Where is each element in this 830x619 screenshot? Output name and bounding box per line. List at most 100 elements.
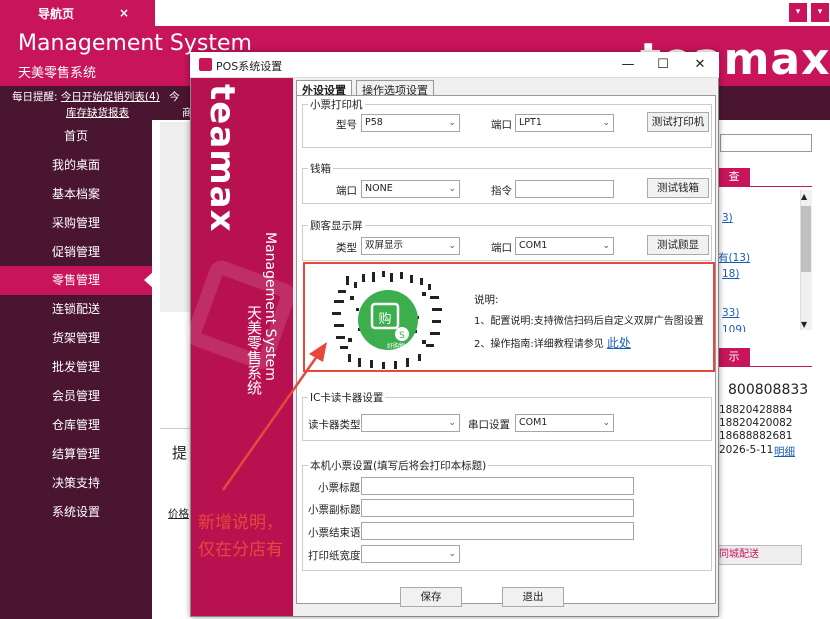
right-search-input[interactable]	[720, 134, 812, 152]
notes-heading: 说明:	[474, 294, 499, 306]
cashbox-cmd-label: 指令	[491, 185, 512, 197]
dialog-title: POS系统设置	[216, 60, 283, 73]
phone-2: 18820420082	[719, 417, 793, 429]
test-display-button[interactable]: 测试顾显	[647, 235, 709, 255]
cashbox-cmd-input[interactable]	[515, 180, 614, 198]
dialog-minimize-button[interactable]: —	[612, 54, 644, 76]
stockout-report-link[interactable]: 库存缺货报表	[66, 105, 129, 120]
sidebar-item-distribution[interactable]: 连锁配送	[0, 295, 152, 324]
printer-model-value: P58	[365, 117, 383, 128]
sidebar-item-member[interactable]: 会员管理	[0, 382, 152, 411]
receipt-title-input[interactable]	[361, 477, 634, 495]
tab-operation-options[interactable]: 操作选项设置	[356, 80, 434, 97]
right-box1-line	[718, 186, 812, 187]
right-box2-header: 示	[718, 348, 750, 366]
app-subtitle: 天美零售系统	[18, 66, 97, 81]
right-scrollbar-thumb[interactable]	[801, 206, 811, 272]
tab-label: 导航页	[38, 6, 75, 21]
content-panel	[160, 122, 190, 312]
sidebar-item-purchase[interactable]: 采购管理	[0, 209, 152, 238]
notes-line-1: 1、配置说明:支持微信扫码后自定义双屏广告图设置	[474, 316, 704, 327]
dialog-close-button[interactable]: ✕	[684, 54, 716, 76]
display-type-value: 双屏显示	[365, 240, 404, 251]
same-city-delivery-button[interactable]: 同城配送	[716, 545, 802, 565]
test-printer-button[interactable]: 测试打印机	[647, 112, 709, 132]
save-button[interactable]: 保存	[400, 587, 462, 607]
card-reader-port-label: 串口设置	[468, 419, 510, 431]
content-divider	[160, 428, 190, 429]
test-cashbox-button[interactable]: 测试钱箱	[647, 178, 709, 198]
exit-button[interactable]: 退出	[502, 587, 564, 607]
phone-1: 18820428884	[719, 404, 793, 416]
receipt-group-label: 本机小票设置(填写后将会打印本标题)	[308, 458, 489, 473]
notes-line-2-text: 2、操作指南:详细教程请参见	[474, 339, 604, 350]
paper-width-select[interactable]: ⌄	[361, 545, 460, 563]
annotation-line-2: 仅在分店有	[198, 540, 283, 560]
chevron-down-icon: ⌄	[602, 241, 610, 251]
chevron-down-icon: ⌄	[602, 418, 610, 428]
sidebar-item-shelf[interactable]: 货架管理	[0, 324, 152, 353]
sidebar-item-home[interactable]: 首页	[0, 122, 152, 151]
receipt-end-input[interactable]	[361, 522, 634, 540]
dialog-app-icon	[199, 58, 212, 71]
right-link-1[interactable]: 3)	[722, 212, 733, 224]
notes-line-2: 2、操作指南:详细教程请参见 此处	[474, 334, 631, 351]
chevron-down-icon: ⌄	[448, 184, 456, 194]
display-type-label: 类型	[336, 242, 357, 254]
right-link-4[interactable]: 33)	[722, 307, 739, 319]
right-link-2[interactable]: 有(13)	[718, 250, 750, 265]
scroll-up-icon[interactable]: ▲	[801, 192, 807, 201]
reminder-label: 每日提醒: 今日开始促销列表(4) 今	[12, 89, 180, 104]
tab-navigation[interactable]: 导航页 ×	[0, 0, 155, 26]
scroll-down-icon[interactable]: ▼	[801, 320, 807, 329]
reminder-label-text: 每日提醒:	[12, 91, 58, 103]
right-link-5[interactable]: 109)	[722, 324, 746, 332]
expiry-date: 2026-5-11	[719, 444, 774, 456]
annotation-text: 新增说明， 仅在分店有	[198, 510, 283, 564]
reminder-cut-1: 今	[169, 91, 180, 103]
sidebar-item-promotion[interactable]: 促销管理	[0, 238, 152, 267]
right-box1-header: 查	[718, 168, 750, 186]
hotline-number: 800808833	[728, 382, 809, 398]
printer-port-value: LPT1	[519, 117, 542, 128]
content-partial-heading: 提	[172, 444, 188, 462]
content-partial-link[interactable]: 价格	[168, 506, 189, 521]
sidebar-item-system[interactable]: 系统设置	[0, 498, 152, 527]
cashbox-port-select[interactable]: NONE ⌄	[361, 180, 460, 198]
printer-port-label: 端口	[491, 119, 512, 131]
sidebar-item-decision[interactable]: 决策支持	[0, 469, 152, 498]
printer-port-select[interactable]: LPT1 ⌄	[515, 114, 614, 132]
tab-close-icon[interactable]: ×	[119, 6, 129, 20]
cashbox-group-label: 钱箱	[308, 161, 333, 176]
banner-brand: teamax	[202, 84, 242, 233]
sidebar-item-settlement[interactable]: 结算管理	[0, 440, 152, 469]
sidebar-item-warehouse[interactable]: 仓库管理	[0, 411, 152, 440]
sidebar-item-desktop[interactable]: 我的桌面	[0, 151, 152, 180]
display-port-select[interactable]: COM1 ⌄	[515, 237, 614, 255]
promo-list-link[interactable]: 今日开始促销列表(4)	[61, 91, 160, 103]
display-port-label: 端口	[491, 242, 512, 254]
chevron-down-icon: ⌄	[602, 118, 610, 128]
right-link-3[interactable]: 18)	[722, 268, 739, 280]
sidebar-item-archive[interactable]: 基本档案	[0, 180, 152, 209]
chevron-down-icon: ⌄	[448, 549, 456, 559]
window-close-button[interactable]: ▾	[811, 3, 829, 22]
tab-peripheral-settings[interactable]: 外设设置	[296, 80, 352, 97]
chevron-down-icon: ⌄	[448, 241, 456, 251]
receipt-subtitle-input[interactable]	[361, 499, 634, 517]
printer-model-select[interactable]: P58 ⌄	[361, 114, 460, 132]
chevron-down-icon: ⌄	[448, 418, 456, 428]
cashbox-port-label: 端口	[336, 185, 357, 197]
display-type-select[interactable]: 双屏显示 ⌄	[361, 237, 460, 255]
card-reader-port-select[interactable]: COM1 ⌄	[515, 414, 614, 432]
sidebar-item-wholesale[interactable]: 批发管理	[0, 353, 152, 382]
dialog-maximize-button[interactable]: ☐	[647, 54, 679, 76]
printer-model-label: 型号	[336, 119, 357, 131]
sidebar-item-retail[interactable]: 零售管理	[0, 266, 152, 295]
display-group-label: 顾客显示屏	[308, 218, 365, 233]
card-reader-type-select[interactable]: ⌄	[361, 414, 460, 432]
detail-link[interactable]: 明细	[774, 444, 795, 459]
window-menu-button[interactable]: ▾	[789, 3, 807, 22]
notes-guide-link[interactable]: 此处	[607, 336, 631, 350]
card-reader-port-value: COM1	[519, 417, 548, 428]
